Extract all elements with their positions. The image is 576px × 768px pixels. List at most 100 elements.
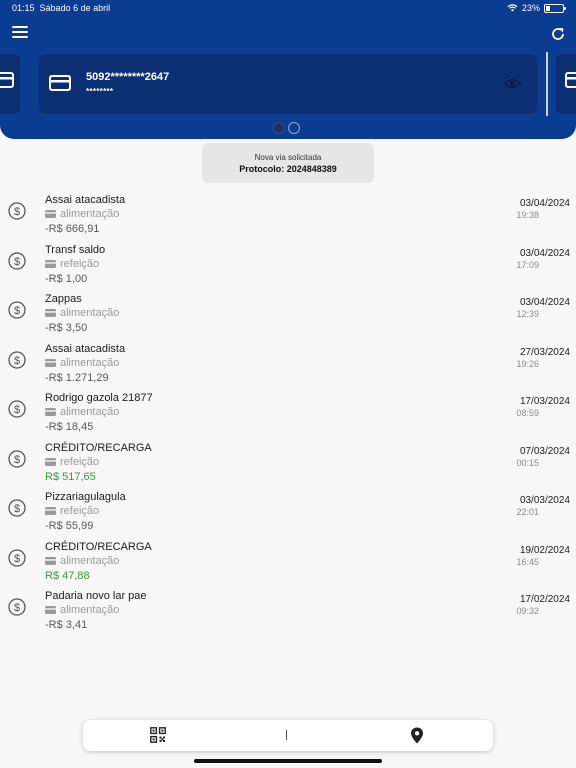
- battery-icon: [544, 3, 566, 13]
- transaction-name: Pizzariagulagula: [45, 491, 126, 503]
- transaction-time: 22:01: [516, 507, 539, 517]
- transaction-category: alimentação: [45, 357, 119, 369]
- credit-card-icon: [565, 72, 576, 88]
- wallet-icon: [45, 606, 56, 614]
- transaction-time: 16:45: [516, 556, 539, 567]
- transaction-list: $ Assai atacadista alimentação -R$ 666,9…: [0, 190, 576, 636]
- transaction-category: alimentação: [45, 604, 119, 616]
- card-main[interactable]: 5092********2647 ********: [39, 54, 537, 114]
- hamburger-menu-icon[interactable]: [12, 26, 28, 40]
- transaction-category: alimentação: [45, 555, 119, 567]
- notice-banner: Nova via solicitada Protocolo: 202484838…: [202, 143, 374, 183]
- wallet-icon: [45, 408, 56, 416]
- transaction-date: 17/03/2024: [519, 396, 570, 407]
- transaction-name: Assai atacadista: [45, 342, 126, 355]
- svg-text:$: $: [14, 602, 20, 614]
- transaction-name: Padaria novo lar pae: [45, 590, 147, 602]
- header: 01:15 Sábado 6 de abril 23% 5092********…: [0, 0, 576, 139]
- transaction-name: Assai atacadista: [45, 194, 126, 206]
- transaction-category: refeição: [45, 258, 99, 270]
- card-divider: [546, 52, 548, 116]
- svg-text:$: $: [14, 305, 20, 317]
- transaction-row[interactable]: $ Zappas alimentação -R$ 3,50 03/04/2024…: [0, 289, 576, 339]
- transaction-row[interactable]: $ Rodrigo gazola 21877 alimentação -R$ 1…: [0, 388, 576, 438]
- pager-dot[interactable]: [273, 122, 285, 134]
- svg-text:$: $: [14, 503, 20, 515]
- transaction-time: 19:26: [516, 358, 539, 369]
- home-indicator[interactable]: [194, 759, 382, 763]
- transaction-time: 00:15: [516, 457, 539, 468]
- transaction-row[interactable]: $ CRÉDITO/RECARGA alimentação R$ 47,88 1…: [0, 537, 576, 587]
- transaction-name: CRÉDITO/RECARGA: [45, 540, 152, 553]
- qr-code-icon[interactable]: [150, 727, 166, 743]
- transaction-date: 19/02/2024: [519, 544, 570, 556]
- card-number: 5092********2647: [86, 71, 170, 83]
- dollar-circle-icon: $: [8, 350, 26, 369]
- notice-title: Nova via solicitada: [254, 153, 322, 162]
- transaction-amount: R$ 47,88: [45, 569, 90, 582]
- transaction-amount: -R$ 55,99: [45, 520, 94, 532]
- wallet-icon: [45, 507, 56, 515]
- transaction-amount: -R$ 18,45: [45, 421, 94, 433]
- transaction-date: 03/03/2024: [519, 495, 570, 506]
- transaction-date: 03/04/2024: [519, 297, 570, 308]
- transaction-date: 07/03/2024: [519, 445, 570, 457]
- wifi-icon: [507, 4, 518, 12]
- dollar-circle-icon: $: [8, 301, 26, 319]
- svg-text:$: $: [14, 206, 20, 218]
- transaction-row[interactable]: $ Transf saldo refeição -R$ 1,00 03/04/2…: [0, 240, 576, 290]
- bottom-nav: [83, 720, 493, 751]
- card-masked-balance: ********: [86, 87, 114, 96]
- pager-dot[interactable]: [288, 122, 300, 134]
- nav-separator: [286, 730, 287, 740]
- svg-text:$: $: [14, 255, 20, 267]
- transaction-category: alimentação: [45, 406, 119, 418]
- transaction-amount: R$ 517,65: [45, 470, 96, 483]
- transaction-time: 17:09: [516, 259, 539, 270]
- transaction-name: CRÉDITO/RECARGA: [45, 441, 152, 454]
- transaction-category: refeição: [45, 505, 99, 517]
- transaction-row[interactable]: $ Assai atacadista alimentação -R$ 1.271…: [0, 339, 576, 389]
- transaction-category: refeição: [45, 456, 99, 468]
- transaction-row[interactable]: $ CRÉDITO/RECARGA refeição R$ 517,65 07/…: [0, 438, 576, 488]
- transaction-time: 09:32: [516, 606, 539, 616]
- transaction-row[interactable]: $ Assai atacadista alimentação -R$ 666,9…: [0, 190, 576, 240]
- eye-icon[interactable]: [504, 78, 521, 89]
- transaction-category-label: alimentação: [60, 356, 120, 369]
- transaction-category: alimentação: [45, 307, 119, 319]
- transaction-time: 19:38: [516, 210, 539, 220]
- transaction-date: 03/04/2024: [519, 247, 570, 259]
- refresh-icon[interactable]: [550, 26, 566, 42]
- svg-text:$: $: [14, 552, 20, 564]
- transaction-row[interactable]: $ Pizzariagulagula refeição -R$ 55,99 03…: [0, 487, 576, 537]
- svg-text:$: $: [14, 453, 20, 465]
- wallet-icon: [45, 309, 56, 317]
- transaction-category-label: alimentação: [60, 307, 120, 319]
- card-previous[interactable]: [0, 54, 20, 114]
- wallet-icon: [45, 210, 56, 218]
- dollar-circle-icon: $: [8, 202, 26, 220]
- location-pin-icon[interactable]: [410, 727, 424, 744]
- transaction-category-label: refeição: [60, 257, 100, 270]
- dollar-circle-icon: $: [8, 548, 26, 567]
- status-date: Sábado 6 de abril: [39, 3, 111, 13]
- credit-card-icon: [0, 72, 14, 88]
- transaction-category-label: alimentação: [60, 604, 120, 616]
- battery-percent: 23%: [521, 3, 540, 13]
- dollar-circle-icon: $: [8, 499, 26, 517]
- status-indicators: 23%: [507, 3, 566, 13]
- wallet-icon: [45, 457, 56, 466]
- transaction-date: 03/04/2024: [519, 198, 570, 209]
- battery-tip: [564, 6, 566, 10]
- status-bar: 01:15 Sábado 6 de abril 23%: [0, 0, 576, 16]
- notice-protocol: Protocolo: 2024848389: [239, 164, 337, 174]
- transaction-category-label: refeição: [60, 505, 100, 517]
- dollar-circle-icon: $: [8, 449, 26, 468]
- transaction-amount: -R$ 3,41: [45, 619, 88, 631]
- transaction-category-label: alimentação: [60, 208, 120, 220]
- transaction-time: 12:39: [516, 309, 539, 319]
- card-next[interactable]: [556, 54, 576, 114]
- transaction-row[interactable]: $ Padaria novo lar pae alimentação -R$ 3…: [0, 586, 576, 636]
- transaction-name: Rodrigo gazola 21877: [45, 392, 153, 404]
- wallet-icon: [45, 358, 56, 367]
